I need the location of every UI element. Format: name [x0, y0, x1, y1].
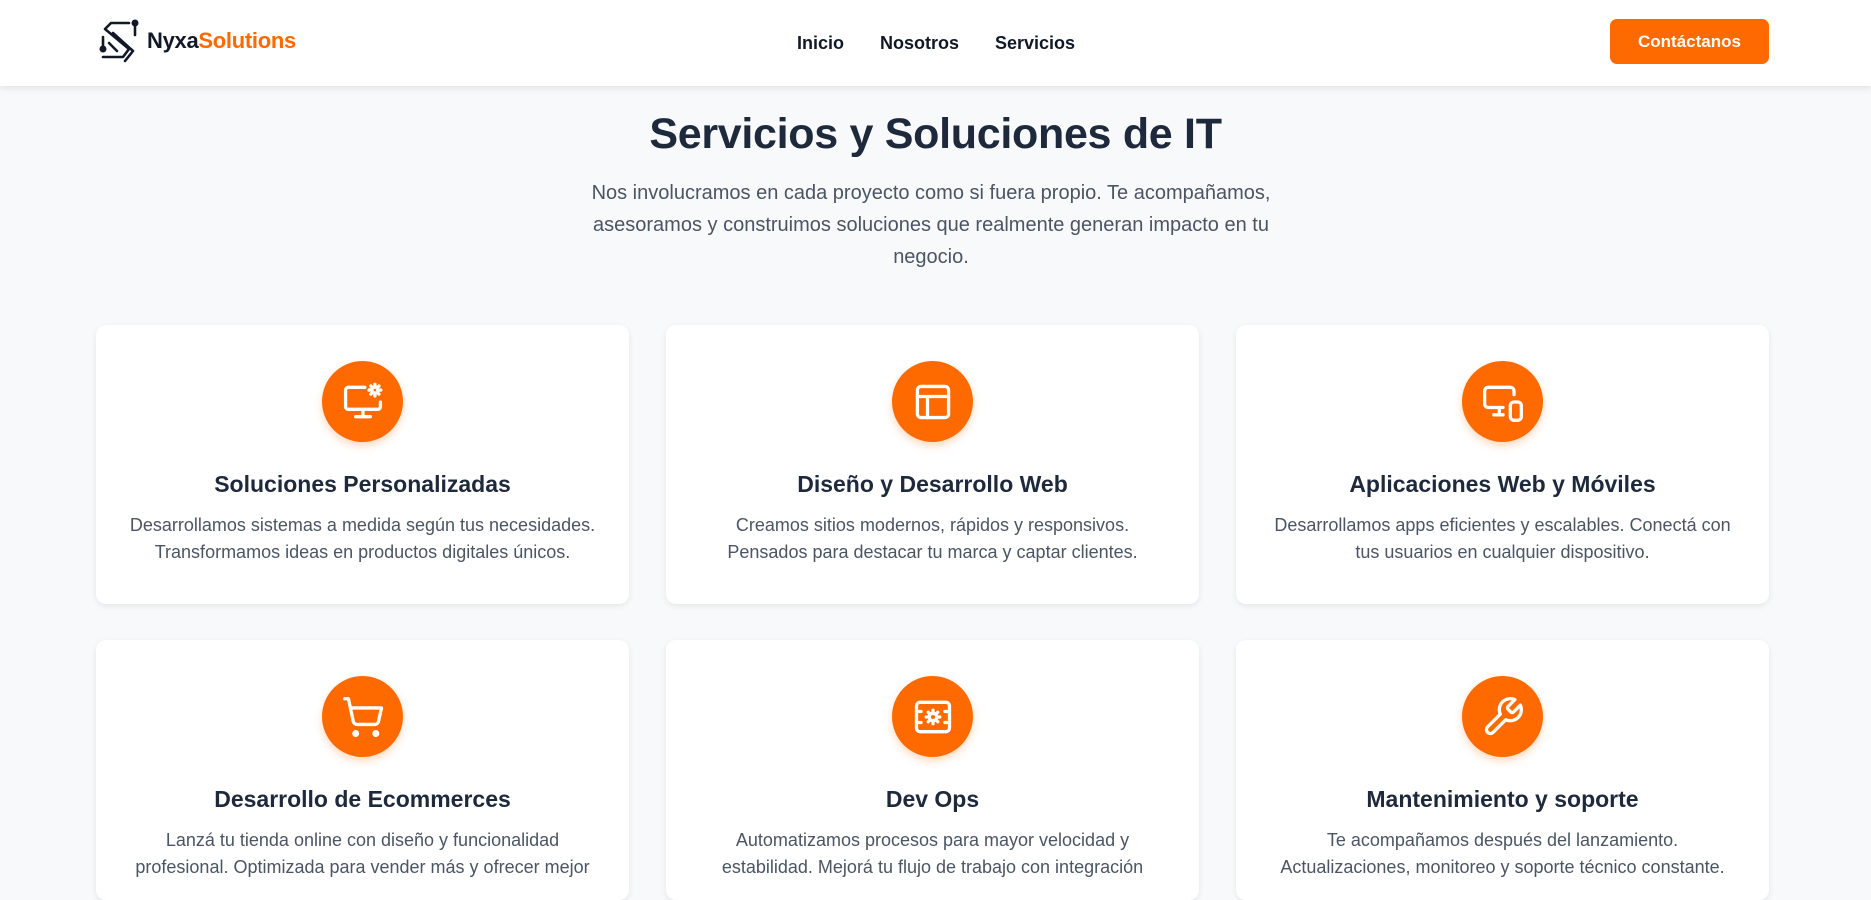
service-title: Diseño y Desarrollo Web	[797, 471, 1068, 497]
layout-icon	[892, 361, 973, 442]
service-description: Lanzá tu tienda online con diseño y func…	[135, 830, 590, 877]
contact-button[interactable]: Contáctanos	[1610, 19, 1769, 64]
wrench-icon	[1462, 676, 1543, 757]
page-subtitle: Nos involucramos en cada proyecto como s…	[591, 182, 1271, 268]
service-title: Soluciones Personalizadas	[214, 471, 511, 497]
service-card-ecommerce: Desarrollo de Ecommerces Lanzá tu tienda…	[96, 640, 629, 900]
service-card-web-design: Diseño y Desarrollo Web Creamos sitios m…	[666, 325, 1199, 604]
service-description: Automatizamos procesos para mayor veloci…	[721, 830, 1144, 877]
page-title: Servicios y Soluciones de IT	[649, 110, 1222, 158]
service-description: Te acompañamos después del lanzamiento. …	[1280, 830, 1725, 877]
service-card-devops: Dev Ops Automatizamos procesos para mayo…	[666, 640, 1199, 900]
service-card-custom-solutions: Soluciones Personalizadas Desarrollamos …	[96, 325, 629, 604]
brand-logo[interactable]: NyxaSolutions	[99, 19, 296, 63]
server-gear-icon	[892, 676, 973, 757]
service-card-web-mobile-apps: Aplicaciones Web y Móviles Desarrollamos…	[1236, 325, 1769, 604]
shopping-cart-icon	[322, 676, 403, 757]
nav-item-servicios[interactable]: Servicios	[995, 33, 1075, 54]
service-description: Desarrollamos sistemas a medida según tu…	[129, 515, 596, 562]
site-header: NyxaSolutions Inicio Nosotros Servicios …	[0, 0, 1871, 86]
service-title: Mantenimiento y soporte	[1366, 786, 1639, 812]
service-card-maintenance: Mantenimiento y soporte Te acompañamos d…	[1236, 640, 1769, 900]
service-description: Creamos sitios modernos, rápidos y respo…	[727, 515, 1138, 562]
service-title: Desarrollo de Ecommerces	[214, 786, 511, 812]
service-title: Dev Ops	[885, 786, 980, 812]
nyxa-logo-icon	[99, 19, 139, 63]
nav-item-inicio[interactable]: Inicio	[797, 33, 844, 54]
brand-name: NyxaSolutions	[147, 28, 296, 53]
devices-icon	[1462, 361, 1543, 442]
nav-item-nosotros[interactable]: Nosotros	[880, 33, 959, 54]
service-title: Aplicaciones Web y Móviles	[1349, 471, 1656, 497]
service-description: Desarrollamos apps eficientes y escalabl…	[1274, 515, 1731, 562]
monitor-gear-icon	[322, 361, 403, 442]
